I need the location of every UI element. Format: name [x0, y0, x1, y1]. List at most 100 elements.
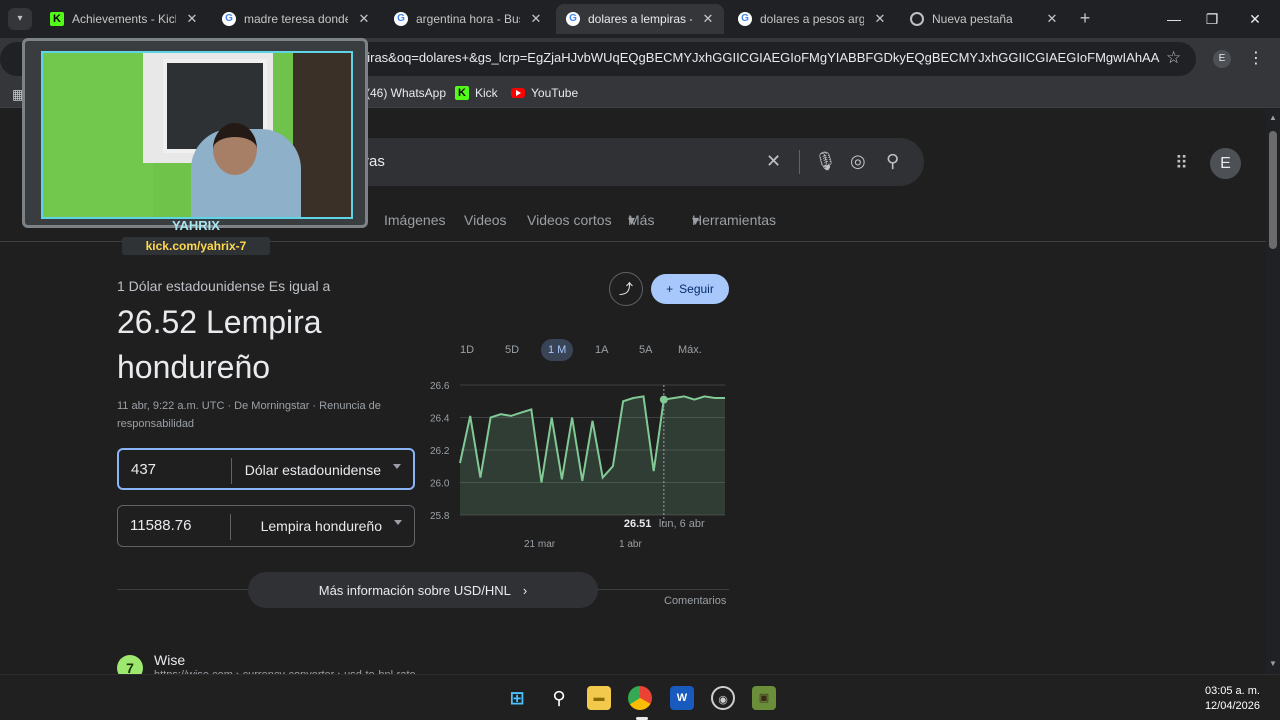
- tab-dolares-a-lempiras[interactable]: G dolares a lempiras - ✕: [556, 4, 724, 34]
- page-scrollbar[interactable]: ▲ ▼: [1266, 109, 1280, 674]
- scroll-thumb[interactable]: [1269, 131, 1277, 249]
- close-icon[interactable]: ✕: [700, 11, 716, 27]
- windows-taskbar: ⊞ ⚲ ▬ W ◉ ▣ 03:05 a. m. 12/04/2026: [0, 674, 1280, 720]
- close-window-button[interactable]: ✕: [1243, 8, 1267, 30]
- y-tick-label: 26.4: [430, 414, 450, 425]
- tab-tools[interactable]: Herramientas ▾: [692, 212, 776, 229]
- webcam-overlay: YAHRIX kick.com/yahrix-7: [22, 38, 370, 256]
- scroll-down-icon[interactable]: ▼: [1269, 659, 1277, 668]
- chrome-icon[interactable]: [628, 686, 652, 710]
- rate-chart[interactable]: 26.6 26.4 26.2 26.0 25.8 26.51 lun, 6 abr 21 ma…: [420, 379, 740, 549]
- more-info-label: Más información sobre USD/HNL: [318, 582, 511, 598]
- tooltip-value: 26.51: [624, 518, 652, 530]
- tab-achievements-kick[interactable]: K Achievements - Kick ✕: [40, 4, 208, 34]
- tab-title: dolares a lempiras -: [588, 12, 692, 26]
- camera-lens-icon[interactable]: ◎: [850, 151, 866, 172]
- bookmark-label: Kick: [475, 86, 498, 100]
- webcam-head: [213, 123, 257, 175]
- star-icon[interactable]: ☆: [1166, 48, 1181, 68]
- tab-argentina-hora[interactable]: G argentina hora - Bus ✕: [384, 4, 552, 34]
- range-5d[interactable]: 5D: [498, 339, 526, 361]
- range-max[interactable]: Máx.: [671, 339, 709, 361]
- tab-images[interactable]: Imágenes: [384, 212, 445, 228]
- system-clock[interactable]: 03:05 a. m. 12/04/2026: [1205, 684, 1260, 714]
- scroll-up-icon[interactable]: ▲: [1269, 113, 1277, 122]
- youtube-icon: [511, 88, 525, 98]
- from-amount-input[interactable]: 437: [131, 461, 156, 478]
- google-icon: G: [394, 12, 408, 26]
- tab-title: argentina hora - Bus: [416, 12, 520, 26]
- streamer-name: YAHRIX: [172, 218, 220, 233]
- tab-tools-label: Herramientas: [692, 212, 777, 228]
- range-5y[interactable]: 5A: [632, 339, 659, 361]
- windows-start-icon[interactable]: ⊞: [505, 686, 529, 710]
- google-apps-icon[interactable]: ⠿: [1175, 153, 1188, 174]
- more-info-button[interactable]: Más información sobre USD/HNL ›: [248, 572, 598, 608]
- chrome-icon: [910, 12, 924, 26]
- to-amount-input[interactable]: 11588.76: [130, 517, 191, 534]
- kick-icon: K: [50, 12, 64, 26]
- tab-title: madre teresa donde: [244, 12, 348, 26]
- streamer-link: kick.com/yahrix-7: [122, 237, 270, 255]
- hover-point: [659, 395, 668, 404]
- tab-title: Achievements - Kick: [72, 12, 176, 26]
- bookmark-youtube[interactable]: YouTube: [511, 86, 578, 100]
- bookmark-label: (46) WhatsApp: [366, 86, 447, 100]
- restore-button[interactable]: ❐: [1200, 8, 1224, 30]
- clock-time: 03:05 a. m.: [1204, 685, 1260, 697]
- equals-label: 1 Dólar estadounidense Es igual a: [117, 278, 331, 294]
- tab-videos[interactable]: Videos: [464, 212, 507, 228]
- kebab-menu-icon[interactable]: ⋮: [1248, 48, 1264, 68]
- from-currency-row[interactable]: 437 Dólar estadounidense: [117, 448, 415, 490]
- close-icon[interactable]: ✕: [528, 11, 544, 27]
- range-1y[interactable]: 1A: [588, 339, 615, 361]
- tab-madre-teresa[interactable]: G madre teresa donde ✕: [212, 4, 380, 34]
- tab-nueva-pestana[interactable]: Nueva pestaña ✕: [900, 4, 1068, 34]
- minimize-button[interactable]: —: [1162, 8, 1186, 30]
- screen: ▾ K Achievements - Kick ✕ G madre teresa…: [0, 0, 1280, 720]
- new-tab-button[interactable]: +: [1076, 8, 1094, 30]
- share-button[interactable]: ⤴: [609, 272, 643, 306]
- to-currency-row[interactable]: 11588.76 Lempira hondureño: [117, 505, 415, 547]
- profile-avatar[interactable]: E: [1213, 50, 1231, 68]
- y-tick-label: 26.2: [430, 446, 450, 457]
- bookmark-whatsapp[interactable]: (46) WhatsApp: [366, 86, 446, 100]
- follow-button[interactable]: + Seguir: [651, 274, 729, 304]
- tab-short-videos[interactable]: Videos cortos: [527, 212, 612, 228]
- bookmark-kick[interactable]: K Kick: [455, 86, 498, 100]
- close-icon[interactable]: ✕: [184, 11, 200, 27]
- steam-icon[interactable]: ◉: [711, 686, 735, 710]
- microphone-icon[interactable]: 🎙: [814, 151, 837, 172]
- range-1d[interactable]: 1D: [453, 339, 481, 361]
- from-currency-select[interactable]: Dólar estadounidense: [245, 462, 381, 478]
- tab-more-label: Más: [628, 212, 655, 228]
- row-divider: [231, 458, 232, 484]
- search-box[interactable]: ras ✕ 🎙 ◎ ⚲: [330, 138, 924, 186]
- file-explorer-icon[interactable]: ▬: [587, 686, 611, 710]
- search-icon[interactable]: ⚲: [547, 686, 571, 710]
- chevron-right-icon: ›: [522, 582, 528, 598]
- search-icon[interactable]: ⚲: [886, 151, 899, 172]
- bookmark-label: YouTube: [531, 86, 579, 100]
- to-currency-select[interactable]: Lempira hondureño: [261, 518, 382, 534]
- webcam-video: [41, 51, 353, 219]
- account-avatar[interactable]: E: [1210, 148, 1241, 179]
- x-tick-label: 1 abr: [619, 539, 642, 549]
- kick-icon: K: [455, 86, 469, 100]
- clear-icon[interactable]: ✕: [766, 151, 781, 172]
- tooltip-date: lun, 6 abr: [659, 518, 705, 530]
- minecraft-icon[interactable]: ▣: [752, 686, 776, 710]
- y-tick-label: 25.8: [430, 511, 450, 522]
- result-site-name[interactable]: Wise: [154, 652, 185, 668]
- tab-search-button[interactable]: ▾: [8, 8, 32, 30]
- tab-more[interactable]: Más ▾: [628, 212, 654, 229]
- close-icon[interactable]: ✕: [1044, 11, 1060, 27]
- close-icon[interactable]: ✕: [872, 11, 888, 27]
- close-icon[interactable]: ✕: [356, 11, 372, 27]
- tab-dolares-a-pesos[interactable]: G dolares a pesos arge ✕: [728, 4, 896, 34]
- word-icon[interactable]: W: [670, 686, 694, 710]
- address-url[interactable]: piras&oq=dolares+&gs_lcrp=EgZjaHJvbWUqEQ…: [360, 50, 1160, 65]
- range-1m[interactable]: 1 M: [541, 339, 574, 361]
- tab-title: Nueva pestaña: [932, 12, 1013, 26]
- comments-link[interactable]: Comentarios: [664, 595, 726, 607]
